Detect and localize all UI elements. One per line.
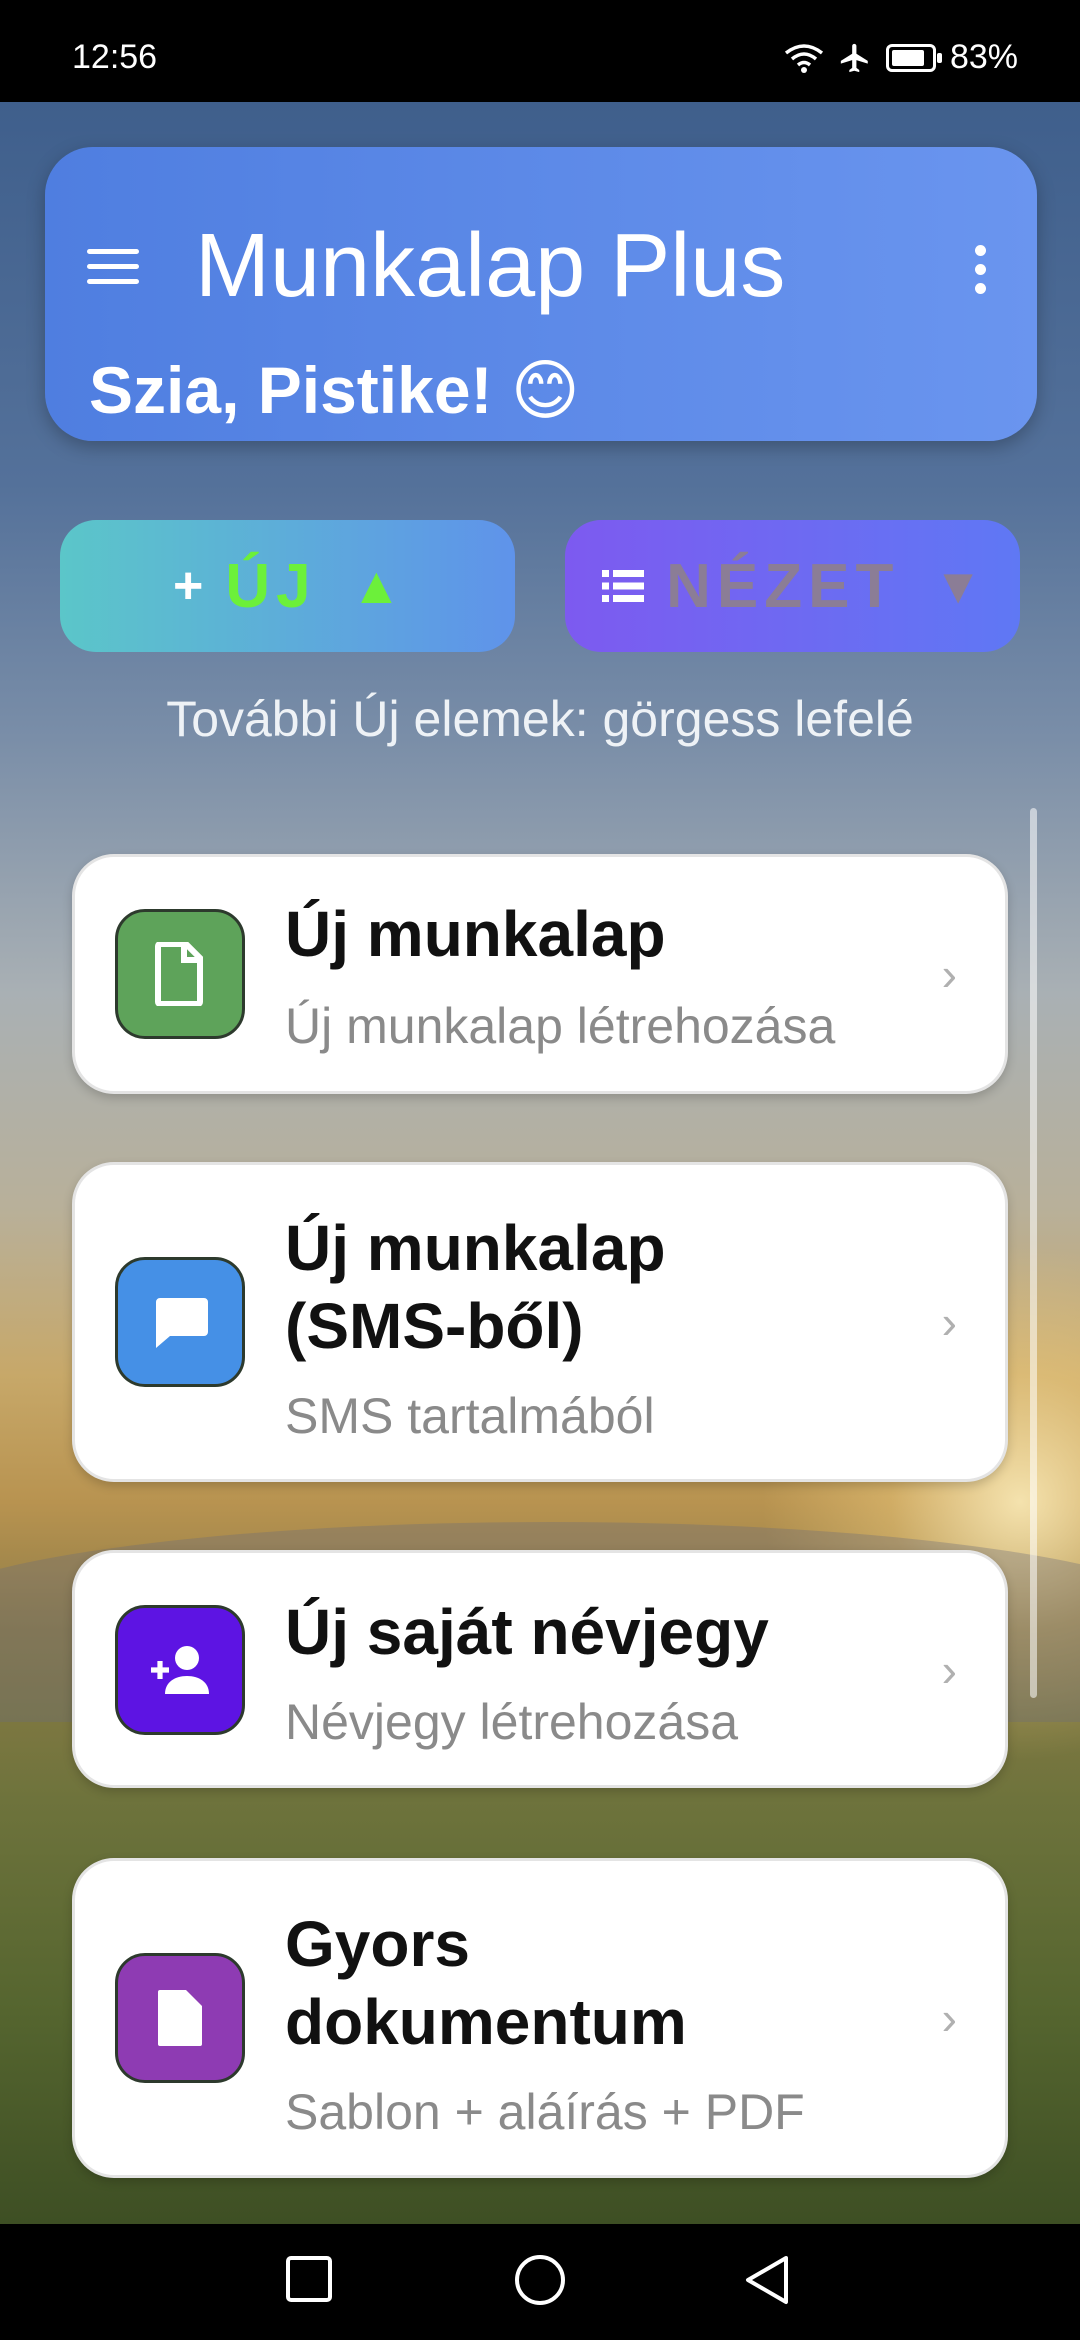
chevron-right-icon: › — [941, 1644, 957, 1696]
chevron-right-icon: › — [941, 948, 957, 1000]
item-title: Új munkalap — [285, 898, 666, 970]
add-person-icon — [115, 1605, 245, 1735]
app-screen: Munkalap Plus Szia, Pistike! 😊 + ÚJ ▲ NÉ… — [0, 102, 1080, 2224]
list-item-quick-document[interactable]: Gyors dokumentum Sablon + aláírás + PDF … — [72, 1858, 1008, 2178]
more-options-icon[interactable] — [975, 245, 987, 295]
scrollbar[interactable] — [1030, 808, 1037, 1698]
home-icon[interactable] — [512, 2254, 568, 2310]
document-icon — [115, 909, 245, 1039]
view-button[interactable]: NÉZET ▼ — [565, 520, 1020, 652]
item-title: Új munkalap (SMS-ből) — [285, 1212, 666, 1362]
greeting-text: Szia, Pistike! 😊 — [89, 353, 580, 427]
battery-icon — [885, 43, 942, 72]
header-card: Munkalap Plus Szia, Pistike! 😊 — [45, 147, 1037, 441]
navigation-bar — [0, 2224, 1080, 2340]
item-title: Gyors dokumentum — [285, 1908, 687, 2058]
list-item-new-worksheet-sms[interactable]: Új munkalap (SMS-ből) SMS tartalmából › — [72, 1162, 1008, 1482]
view-button-label: NÉZET — [666, 551, 900, 621]
item-title: Új saját névjegy — [285, 1596, 769, 1668]
app-title: Munkalap Plus — [195, 216, 786, 316]
recents-icon[interactable] — [284, 2254, 334, 2304]
wifi-icon — [784, 43, 824, 73]
list-item-new-worksheet[interactable]: Új munkalap Új munkalap létrehozása › — [72, 854, 1008, 1094]
menu-icon[interactable] — [87, 249, 139, 289]
list-item-new-contact[interactable]: Új saját névjegy Névjegy létrehozása › — [72, 1550, 1008, 1788]
scroll-hint: További Új elemek: görgess lefelé — [166, 691, 914, 747]
plus-icon: + — [172, 557, 204, 615]
arrow-up-icon: ▲ — [350, 557, 403, 615]
new-button-label: ÚJ — [225, 551, 317, 621]
message-icon — [115, 1257, 245, 1387]
file-icon — [115, 1953, 245, 2083]
chevron-right-icon: › — [941, 1296, 957, 1348]
back-icon[interactable] — [742, 2254, 794, 2306]
item-subtitle: Új munkalap létrehozása — [285, 998, 836, 1054]
arrow-down-icon: ▼ — [933, 558, 983, 614]
item-subtitle: Névjegy létrehozása — [285, 1694, 739, 1750]
status-time: 12:56 — [72, 38, 158, 76]
status-icons: 83% — [784, 38, 1018, 77]
new-button[interactable]: + ÚJ ▲ — [60, 520, 515, 652]
status-bar: 12:56 83% — [0, 0, 1080, 102]
item-subtitle: Sablon + aláírás + PDF — [285, 2084, 805, 2140]
battery-percent: 83% — [949, 38, 1018, 76]
airplane-mode-icon — [840, 43, 868, 72]
list-icon — [602, 570, 645, 602]
chevron-right-icon: › — [941, 1992, 957, 2044]
item-subtitle: SMS tartalmából — [285, 1388, 655, 1444]
